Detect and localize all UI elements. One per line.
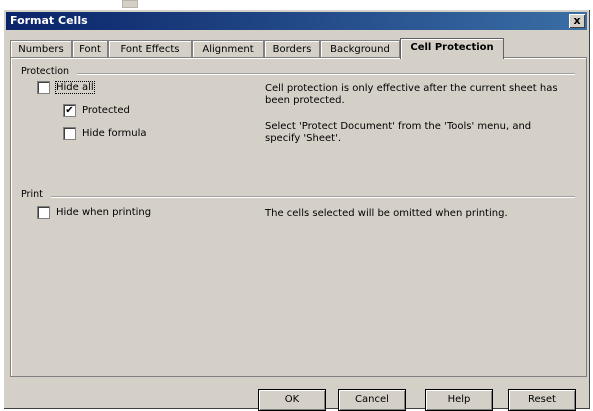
protection-separator [77, 73, 575, 75]
tab-font-effects[interactable]: Font Effects [108, 40, 192, 58]
tab-cell-protection[interactable]: Cell Protection [400, 38, 504, 59]
hide-formula-checkbox[interactable] [63, 127, 76, 140]
tab-font[interactable]: Font [72, 40, 108, 58]
tab-background[interactable]: Background [320, 40, 400, 58]
tab-borders[interactable]: Borders [264, 40, 320, 58]
hide-all-label[interactable]: Hide all [55, 81, 95, 94]
tab-numbers[interactable]: Numbers [10, 40, 72, 58]
tab-strip: Numbers Font Font Effects Alignment Bord… [10, 38, 585, 59]
tab-alignment[interactable]: Alignment [192, 40, 264, 58]
protect-document-info-text: Select 'Protect Document' from the 'Tool… [265, 121, 532, 144]
format-cells-dialog: Format Cells x Numbers Font Font Effects… [3, 9, 590, 411]
reset-button[interactable]: Reset [508, 389, 576, 411]
background-tab-fragment [122, 0, 138, 8]
hide-when-printing-checkbox[interactable] [37, 206, 50, 219]
print-info-text: The cells selected will be omitted when … [265, 208, 508, 219]
close-icon[interactable]: x [569, 14, 585, 28]
ok-button[interactable]: OK [258, 389, 326, 411]
dialog-title: Format Cells [10, 14, 88, 27]
print-separator [51, 196, 575, 198]
protected-label[interactable]: Protected [82, 105, 130, 116]
hide-formula-label[interactable]: Hide formula [82, 128, 147, 139]
protected-checkbox-row[interactable]: ✔ Protected [63, 104, 130, 117]
protection-section-label: Protection [21, 66, 70, 77]
tab-panel-cell-protection: Protection Hide all ✔ Protected Hide for… [10, 57, 587, 377]
help-button[interactable]: Help [425, 389, 493, 411]
hide-all-checkbox-row[interactable]: Hide all [37, 81, 95, 94]
hide-when-printing-checkbox-row[interactable]: Hide when printing [37, 206, 151, 219]
title-bar: Format Cells x [6, 12, 587, 30]
print-section-label: Print [21, 189, 43, 200]
hide-when-printing-label[interactable]: Hide when printing [56, 207, 151, 218]
hide-all-checkbox[interactable] [37, 81, 50, 94]
protection-info-text: Cell protection is only effective after … [265, 83, 558, 106]
protected-checkbox[interactable]: ✔ [63, 104, 76, 117]
hide-formula-checkbox-row[interactable]: Hide formula [63, 127, 147, 140]
cancel-button[interactable]: Cancel [338, 389, 406, 411]
